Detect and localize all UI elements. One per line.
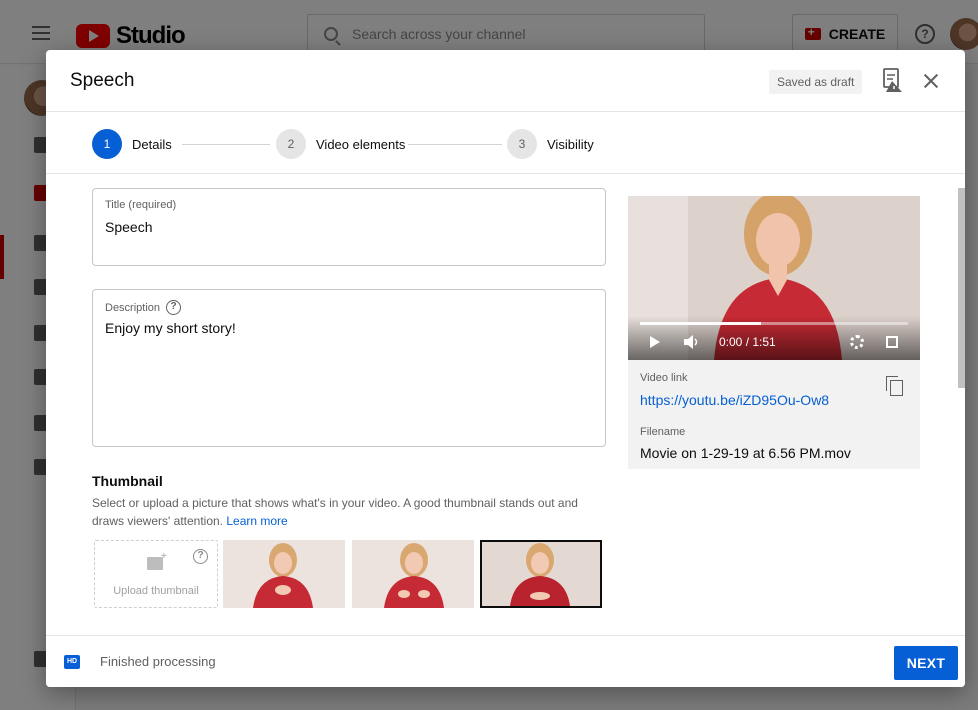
step-label: Visibility: [547, 136, 594, 152]
step-number: 1: [92, 129, 122, 159]
filename-label: Filename: [640, 426, 686, 438]
copy-icon[interactable]: [886, 376, 903, 396]
thumbnail-option-3-selected[interactable]: [480, 540, 602, 608]
video-preview-panel: 0:00 / 1:51 Video link https://youtu.be/…: [628, 196, 920, 469]
copyright-alert-icon[interactable]: [882, 68, 904, 94]
processing-status: Finished processing: [100, 654, 216, 669]
title-field[interactable]: Title (required) Speech: [92, 188, 606, 266]
video-details-dialog: Speech Saved as draft 1 Details 2 Video …: [46, 50, 965, 687]
next-button[interactable]: NEXT: [894, 646, 958, 680]
step-number: 3: [507, 129, 537, 159]
learn-more-link[interactable]: Learn more: [226, 514, 287, 528]
thumbnail-image: [352, 540, 474, 608]
video-link[interactable]: https://youtu.be/iZD95Ou-Ow8: [640, 392, 829, 408]
help-icon[interactable]: ?: [166, 300, 182, 315]
title-input-value[interactable]: Speech: [105, 219, 152, 235]
thumbnail-image: [223, 540, 345, 608]
step-details[interactable]: 1 Details: [92, 129, 172, 159]
upload-thumbnail-button[interactable]: + ? Upload thumbnail: [94, 540, 218, 608]
filename-value: Movie on 1-29-19 at 6.56 PM.mov: [640, 445, 851, 461]
title-field-label: Title (required): [105, 199, 176, 211]
thumbnail-description: Select or upload a picture that shows wh…: [92, 494, 608, 530]
dialog-scrollbar[interactable]: [958, 188, 965, 388]
thumbnail-option-2[interactable]: [352, 540, 474, 608]
dialog-title: Speech: [70, 70, 135, 91]
volume-icon[interactable]: [684, 335, 700, 349]
step-number: 2: [276, 129, 306, 159]
description-input-value[interactable]: Enjoy my short story!: [105, 320, 236, 336]
video-link-label: Video link: [640, 372, 688, 384]
title-label-text: Title (required): [105, 199, 177, 211]
upload-stepper: 1 Details 2 Video elements 3 Visibility: [46, 112, 965, 174]
upload-thumbnail-label: Upload thumbnail: [113, 585, 199, 597]
step-label: Details: [132, 136, 172, 152]
thumbnail-description-text: Select or upload a picture that shows wh…: [92, 496, 578, 528]
description-field[interactable]: Description ? Enjoy my short story!: [92, 289, 606, 447]
fullscreen-icon[interactable]: [886, 336, 898, 348]
progress-buffered: [640, 322, 761, 325]
step-connector: [408, 144, 502, 145]
dialog-header: Speech Saved as draft: [46, 50, 965, 112]
help-icon[interactable]: ?: [193, 549, 208, 564]
plus-icon: +: [161, 551, 167, 562]
step-visibility[interactable]: 3 Visibility: [507, 129, 594, 159]
play-icon[interactable]: [650, 336, 660, 348]
thumbnail-image: [482, 542, 600, 606]
thumbnail-option-1[interactable]: [223, 540, 345, 608]
close-icon[interactable]: [922, 72, 940, 90]
time-display: 0:00 / 1:51: [719, 335, 776, 349]
progress-bar[interactable]: [640, 322, 908, 325]
player-controls: 0:00 / 1:51: [628, 316, 920, 360]
thumbnail-heading: Thumbnail: [92, 473, 163, 489]
hd-badge-icon: HD: [64, 655, 80, 669]
video-player[interactable]: 0:00 / 1:51: [628, 196, 920, 360]
settings-gear-icon[interactable]: [850, 335, 864, 349]
description-field-label: Description ?: [105, 300, 182, 315]
saved-status-badge: Saved as draft: [769, 70, 863, 94]
step-label: Video elements: [316, 136, 406, 152]
step-connector: [182, 144, 270, 145]
dialog-footer: HD Finished processing NEXT: [46, 635, 965, 687]
description-label-text: Description: [105, 301, 161, 314]
step-video-elements[interactable]: 2 Video elements: [276, 129, 405, 159]
